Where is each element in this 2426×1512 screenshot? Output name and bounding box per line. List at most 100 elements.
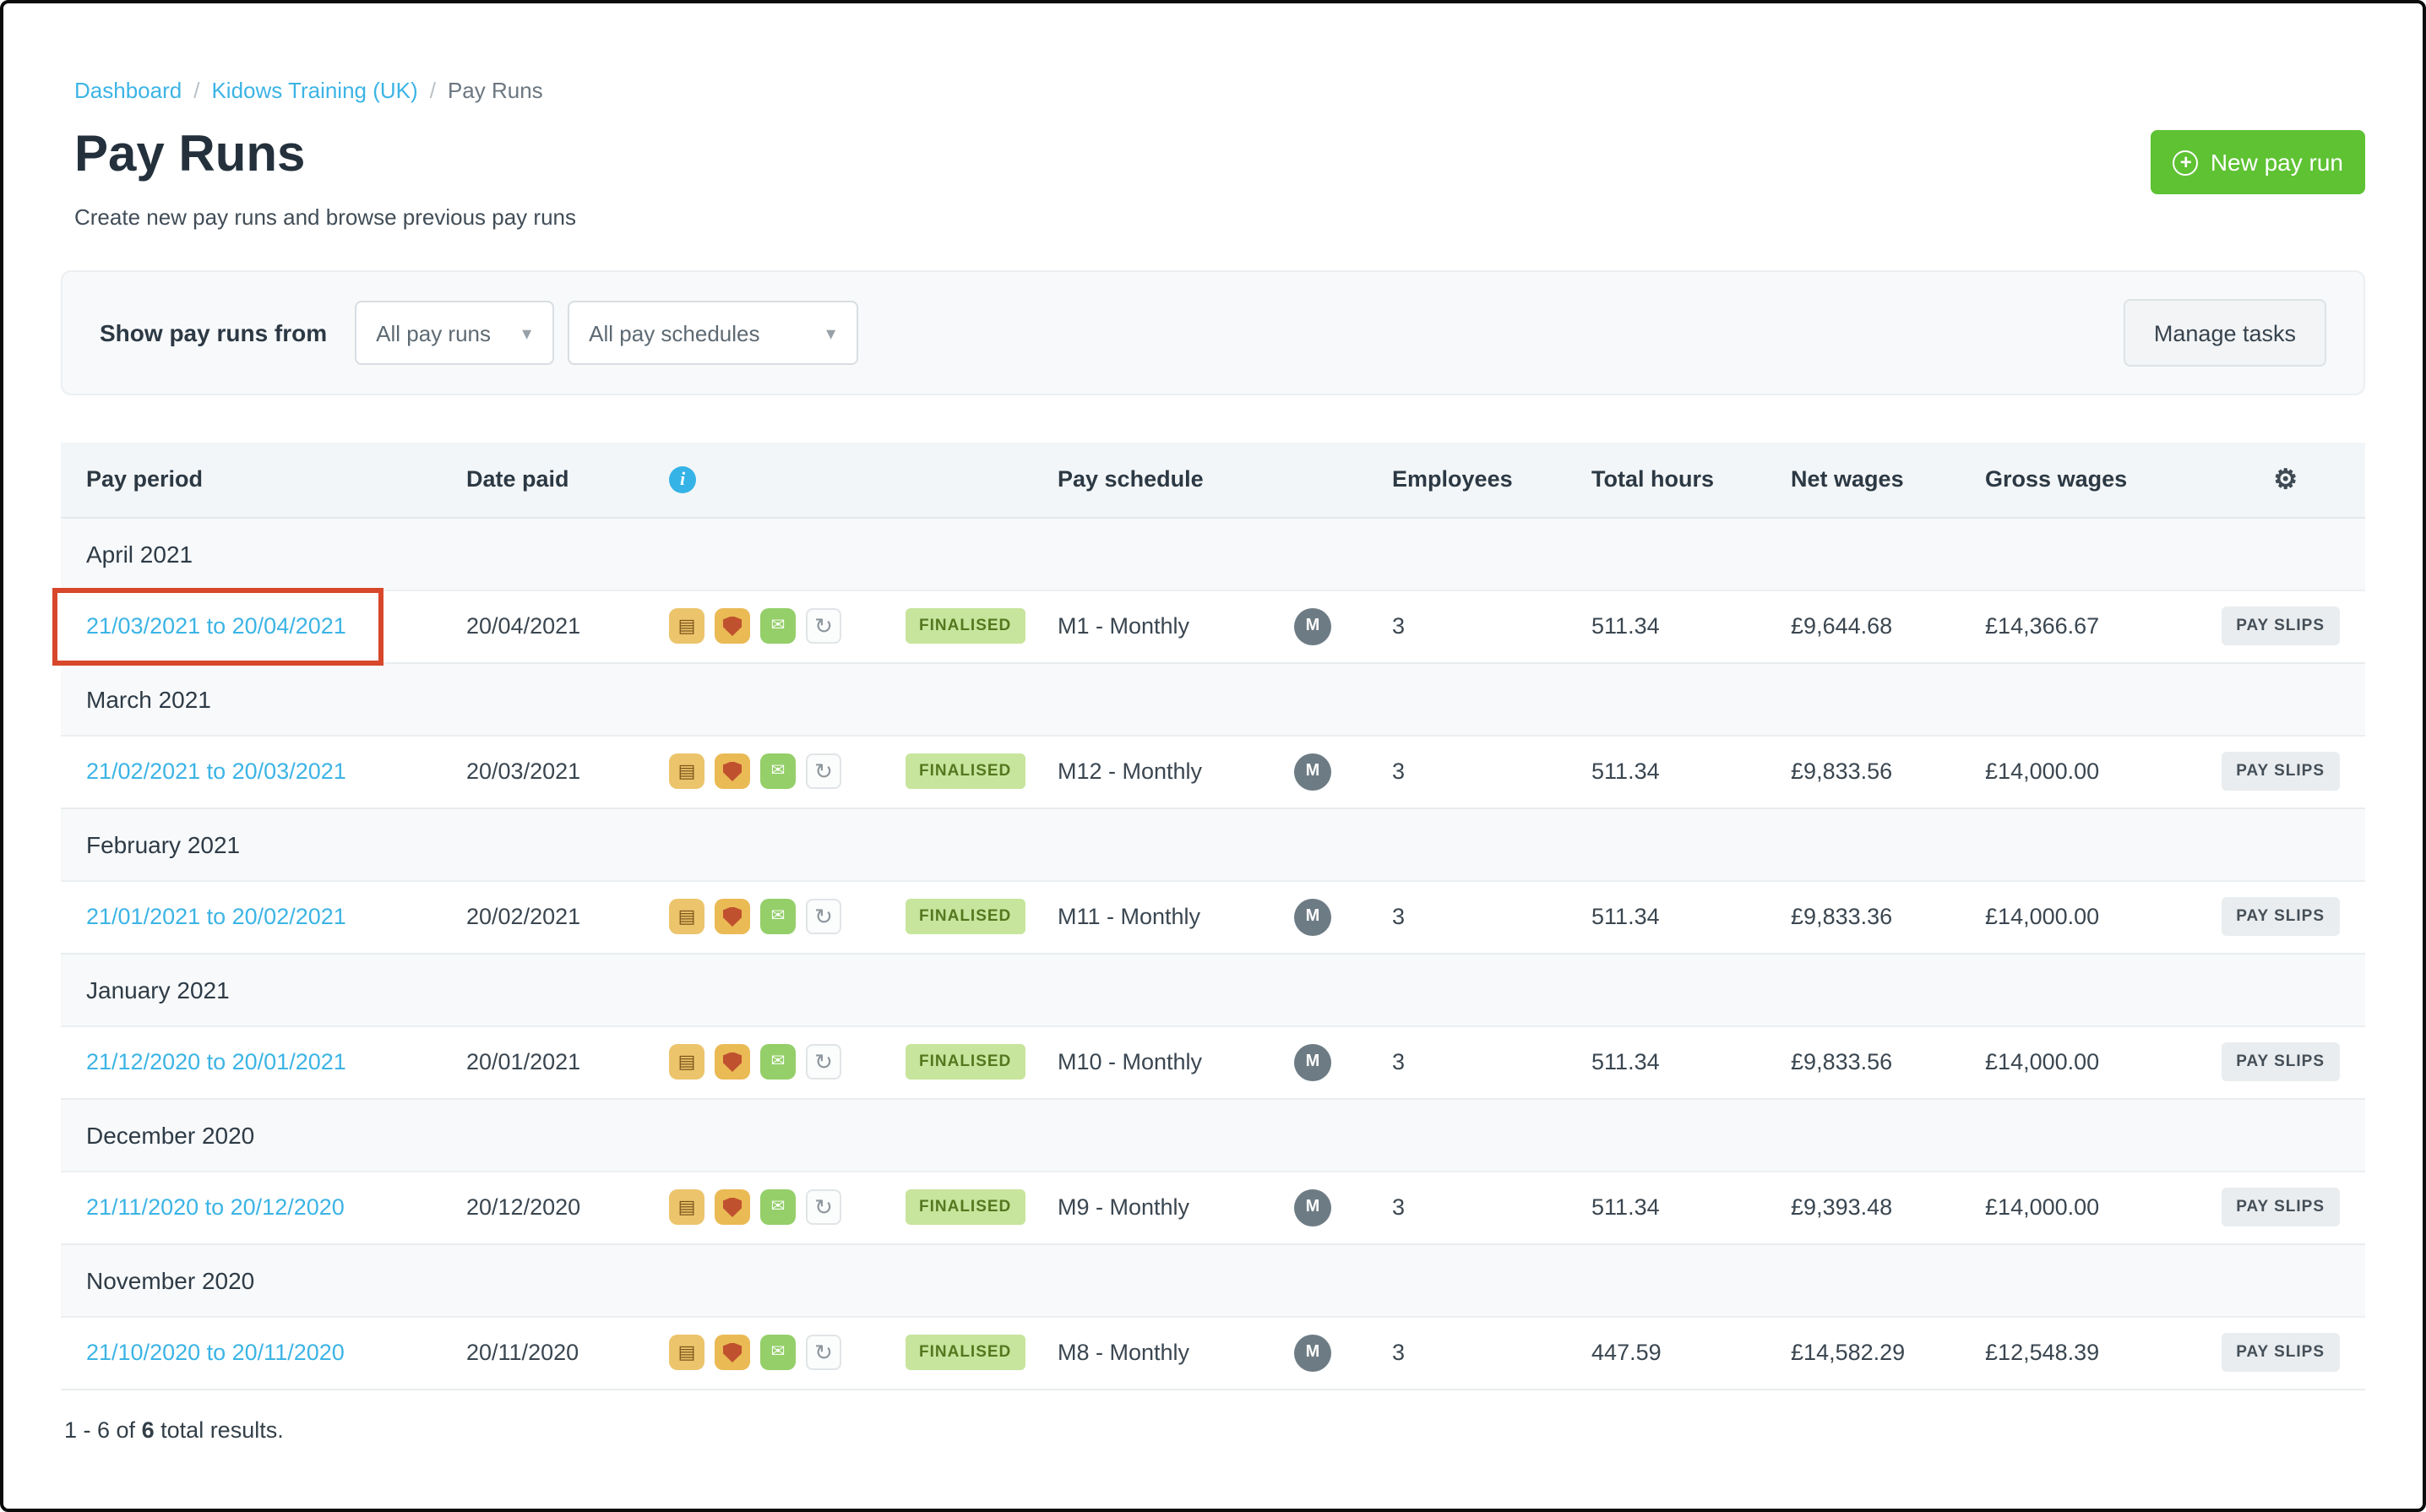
- pay-period-link[interactable]: 21/12/2020 to 20/01/2021: [86, 1049, 346, 1074]
- total-hours-cell: 511.34: [1566, 1171, 1766, 1244]
- total-hours-cell: 447.59: [1566, 1316, 1766, 1390]
- row-status-icons: ▤ ✉ ↻: [669, 1044, 855, 1080]
- payroll-journal-icon[interactable]: ▤: [669, 899, 704, 934]
- month-group-row: November 2020: [61, 1243, 2366, 1317]
- pay-period-link[interactable]: 21/01/2021 to 20/02/2021: [86, 904, 346, 929]
- breadcrumb: Dashboard / Kidows Training (UK) / Pay R…: [61, 78, 2365, 103]
- filter-label: Show pay runs from: [100, 319, 328, 346]
- pension-shield-icon[interactable]: [715, 899, 750, 934]
- pay-schedule-cell: M8 - Monthly: [1032, 1316, 1269, 1390]
- pay-slips-button[interactable]: PAY SLIPS: [2221, 897, 2341, 936]
- status-badge: FINALISED: [906, 1335, 1025, 1370]
- status-badge: FINALISED: [906, 1044, 1025, 1080]
- net-wages-cell: £14,582.29: [1765, 1316, 1961, 1390]
- col-pay-period: Pay period: [61, 443, 441, 518]
- pay-runs-table-wrap: Pay period Date paid i Pay schedule Empl…: [52, 443, 2366, 1390]
- reopen-payrun-icon[interactable]: ↻: [806, 899, 841, 934]
- net-wages-cell: £9,833.36: [1765, 880, 1961, 954]
- page-header: Pay Runs Create new pay runs and browse …: [61, 127, 2365, 230]
- email-payslips-icon[interactable]: ✉: [760, 753, 796, 789]
- col-net-wages: Net wages: [1765, 443, 1961, 518]
- pay-run-row: 21/02/2021 to 20/03/2021 20/03/2021 ▤ ✉ ↻ …: [61, 735, 2366, 808]
- pay-schedules-filter-value: All pay schedules: [589, 320, 760, 345]
- pension-shield-icon[interactable]: [715, 608, 750, 644]
- col-employees: Employees: [1367, 443, 1567, 518]
- pay-period-link[interactable]: 21/03/2021 to 20/04/2021: [86, 613, 346, 639]
- results-count: 1 - 6 of 6 total results.: [61, 1417, 2365, 1442]
- payroll-journal-icon[interactable]: ▤: [669, 753, 704, 789]
- pay-slips-button[interactable]: PAY SLIPS: [2221, 752, 2341, 791]
- gross-wages-cell: £14,000.00: [1960, 1025, 2180, 1099]
- gross-wages-cell: £14,000.00: [1960, 880, 2180, 954]
- schedule-frequency-badge: M: [1294, 1334, 1331, 1371]
- pay-schedule-cell: M9 - Monthly: [1032, 1171, 1269, 1244]
- pay-schedules-filter-dropdown[interactable]: All pay schedules ▾: [567, 301, 858, 365]
- table-header-row: Pay period Date paid i Pay schedule Empl…: [61, 443, 2366, 518]
- reopen-payrun-icon[interactable]: ↻: [806, 753, 841, 789]
- payroll-journal-icon[interactable]: ▤: [669, 1335, 704, 1370]
- row-status-icons: ▤ ✉ ↻: [669, 608, 855, 644]
- month-group-label: April 2021: [61, 517, 2366, 590]
- page-title: Pay Runs: [74, 127, 306, 182]
- month-group-row: March 2021: [61, 662, 2366, 736]
- pay-slips-button[interactable]: PAY SLIPS: [2221, 1042, 2341, 1081]
- reopen-payrun-icon[interactable]: ↻: [806, 1044, 841, 1080]
- col-info: i: [644, 443, 880, 518]
- pension-shield-icon[interactable]: [715, 753, 750, 789]
- schedule-frequency-badge: M: [1294, 1188, 1331, 1226]
- pay-slips-button[interactable]: PAY SLIPS: [2221, 1188, 2341, 1226]
- reopen-payrun-icon[interactable]: ↻: [806, 608, 841, 644]
- row-status-icons: ▤ ✉ ↻: [669, 1189, 855, 1225]
- pension-shield-icon[interactable]: [715, 1335, 750, 1370]
- date-paid-cell: 20/01/2021: [441, 1025, 644, 1099]
- gross-wages-cell: £14,366.67: [1960, 590, 2180, 663]
- status-badge: FINALISED: [906, 608, 1025, 644]
- info-icon[interactable]: i: [669, 466, 696, 494]
- row-status-icons: ▤ ✉ ↻: [669, 1335, 855, 1370]
- date-paid-cell: 20/11/2020: [441, 1316, 644, 1390]
- schedule-frequency-badge: M: [1294, 898, 1331, 935]
- payroll-journal-icon[interactable]: ▤: [669, 1189, 704, 1225]
- new-pay-run-label: New pay run: [2210, 149, 2343, 176]
- pay-period-link[interactable]: 21/11/2020 to 20/12/2020: [86, 1194, 345, 1220]
- breadcrumb-dashboard-link[interactable]: Dashboard: [74, 78, 182, 103]
- payroll-journal-icon[interactable]: ▤: [669, 1044, 704, 1080]
- reopen-payrun-icon[interactable]: ↻: [806, 1335, 841, 1370]
- breadcrumb-company-link[interactable]: Kidows Training (UK): [211, 78, 417, 103]
- pay-runs-filter-dropdown[interactable]: All pay runs ▾: [354, 301, 554, 365]
- reopen-payrun-icon[interactable]: ↻: [806, 1189, 841, 1225]
- email-payslips-icon[interactable]: ✉: [760, 1044, 796, 1080]
- pay-period-link[interactable]: 21/02/2021 to 20/03/2021: [86, 759, 346, 784]
- col-gross-wages: Gross wages: [1960, 443, 2180, 518]
- email-payslips-icon[interactable]: ✉: [760, 1189, 796, 1225]
- pay-slips-button[interactable]: PAY SLIPS: [2221, 606, 2341, 645]
- shield-shape: [723, 1342, 742, 1362]
- manage-tasks-button[interactable]: Manage tasks: [2123, 299, 2326, 367]
- col-total-hours: Total hours: [1566, 443, 1766, 518]
- status-badge: FINALISED: [906, 899, 1025, 934]
- new-pay-run-button[interactable]: + New pay run: [2151, 130, 2365, 194]
- pay-period-link[interactable]: 21/10/2020 to 20/11/2020: [86, 1340, 345, 1365]
- shield-shape: [723, 616, 742, 636]
- employees-cell: 3: [1367, 590, 1567, 663]
- pension-shield-icon[interactable]: [715, 1044, 750, 1080]
- net-wages-cell: £9,833.56: [1765, 1025, 1961, 1099]
- chevron-down-icon: ▾: [826, 324, 836, 344]
- pay-slips-button[interactable]: PAY SLIPS: [2221, 1333, 2341, 1372]
- gross-wages-cell: £14,000.00: [1960, 735, 2180, 808]
- pay-schedule-cell: M12 - Monthly: [1032, 735, 1269, 808]
- email-payslips-icon[interactable]: ✉: [760, 1335, 796, 1370]
- gross-wages-cell: £12,548.39: [1960, 1316, 2180, 1390]
- email-payslips-icon[interactable]: ✉: [760, 899, 796, 934]
- pay-run-row: 21/01/2021 to 20/02/2021 20/02/2021 ▤ ✉ ↻ …: [61, 880, 2366, 954]
- month-group-label: December 2020: [61, 1098, 2366, 1172]
- email-payslips-icon[interactable]: ✉: [760, 608, 796, 644]
- gross-wages-cell: £14,000.00: [1960, 1171, 2180, 1244]
- pay-run-row: 21/10/2020 to 20/11/2020 20/11/2020 ▤ ✉ ↻ …: [61, 1316, 2366, 1390]
- month-group-row: December 2020: [61, 1098, 2366, 1172]
- payroll-journal-icon[interactable]: ▤: [669, 608, 704, 644]
- pension-shield-icon[interactable]: [715, 1189, 750, 1225]
- schedule-frequency-badge: M: [1294, 753, 1331, 790]
- status-badge: FINALISED: [906, 1189, 1025, 1225]
- settings-gear-icon[interactable]: ⚙: [2273, 466, 2298, 495]
